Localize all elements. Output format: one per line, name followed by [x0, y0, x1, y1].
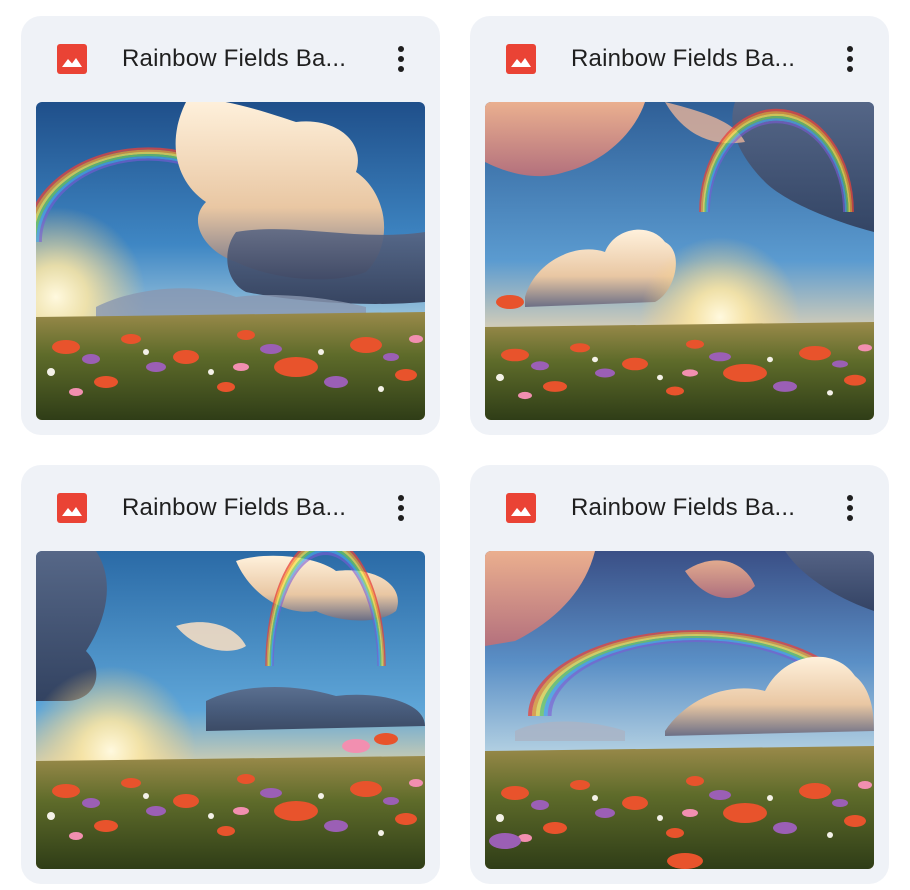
file-card-header: Rainbow Fields Ba...: [21, 16, 440, 102]
more-vert-icon[interactable]: [832, 487, 868, 529]
file-grid: Rainbow Fields Ba... Rainbow Fields Ba..…: [0, 0, 910, 890]
file-card[interactable]: Rainbow Fields Ba...: [470, 465, 889, 884]
image-file-icon: [506, 44, 536, 74]
image-thumbnail[interactable]: [485, 551, 874, 869]
image-file-icon: [57, 44, 87, 74]
file-card-header: Rainbow Fields Ba...: [470, 16, 889, 102]
image-thumbnail[interactable]: [36, 551, 425, 869]
file-card-header: Rainbow Fields Ba...: [470, 465, 889, 551]
file-card[interactable]: Rainbow Fields Ba...: [470, 16, 889, 435]
image-file-icon: [506, 493, 536, 523]
file-card-header: Rainbow Fields Ba...: [21, 465, 440, 551]
image-thumbnail[interactable]: [36, 102, 425, 420]
image-thumbnail[interactable]: [485, 102, 874, 420]
more-vert-icon[interactable]: [383, 487, 419, 529]
more-vert-icon[interactable]: [832, 38, 868, 80]
file-title[interactable]: Rainbow Fields Ba...: [122, 42, 372, 76]
file-card[interactable]: Rainbow Fields Ba...: [21, 465, 440, 884]
file-title[interactable]: Rainbow Fields Ba...: [571, 42, 821, 76]
more-vert-icon[interactable]: [383, 38, 419, 80]
file-card[interactable]: Rainbow Fields Ba...: [21, 16, 440, 435]
image-file-icon: [57, 493, 87, 523]
file-title[interactable]: Rainbow Fields Ba...: [122, 491, 372, 525]
file-title[interactable]: Rainbow Fields Ba...: [571, 491, 821, 525]
